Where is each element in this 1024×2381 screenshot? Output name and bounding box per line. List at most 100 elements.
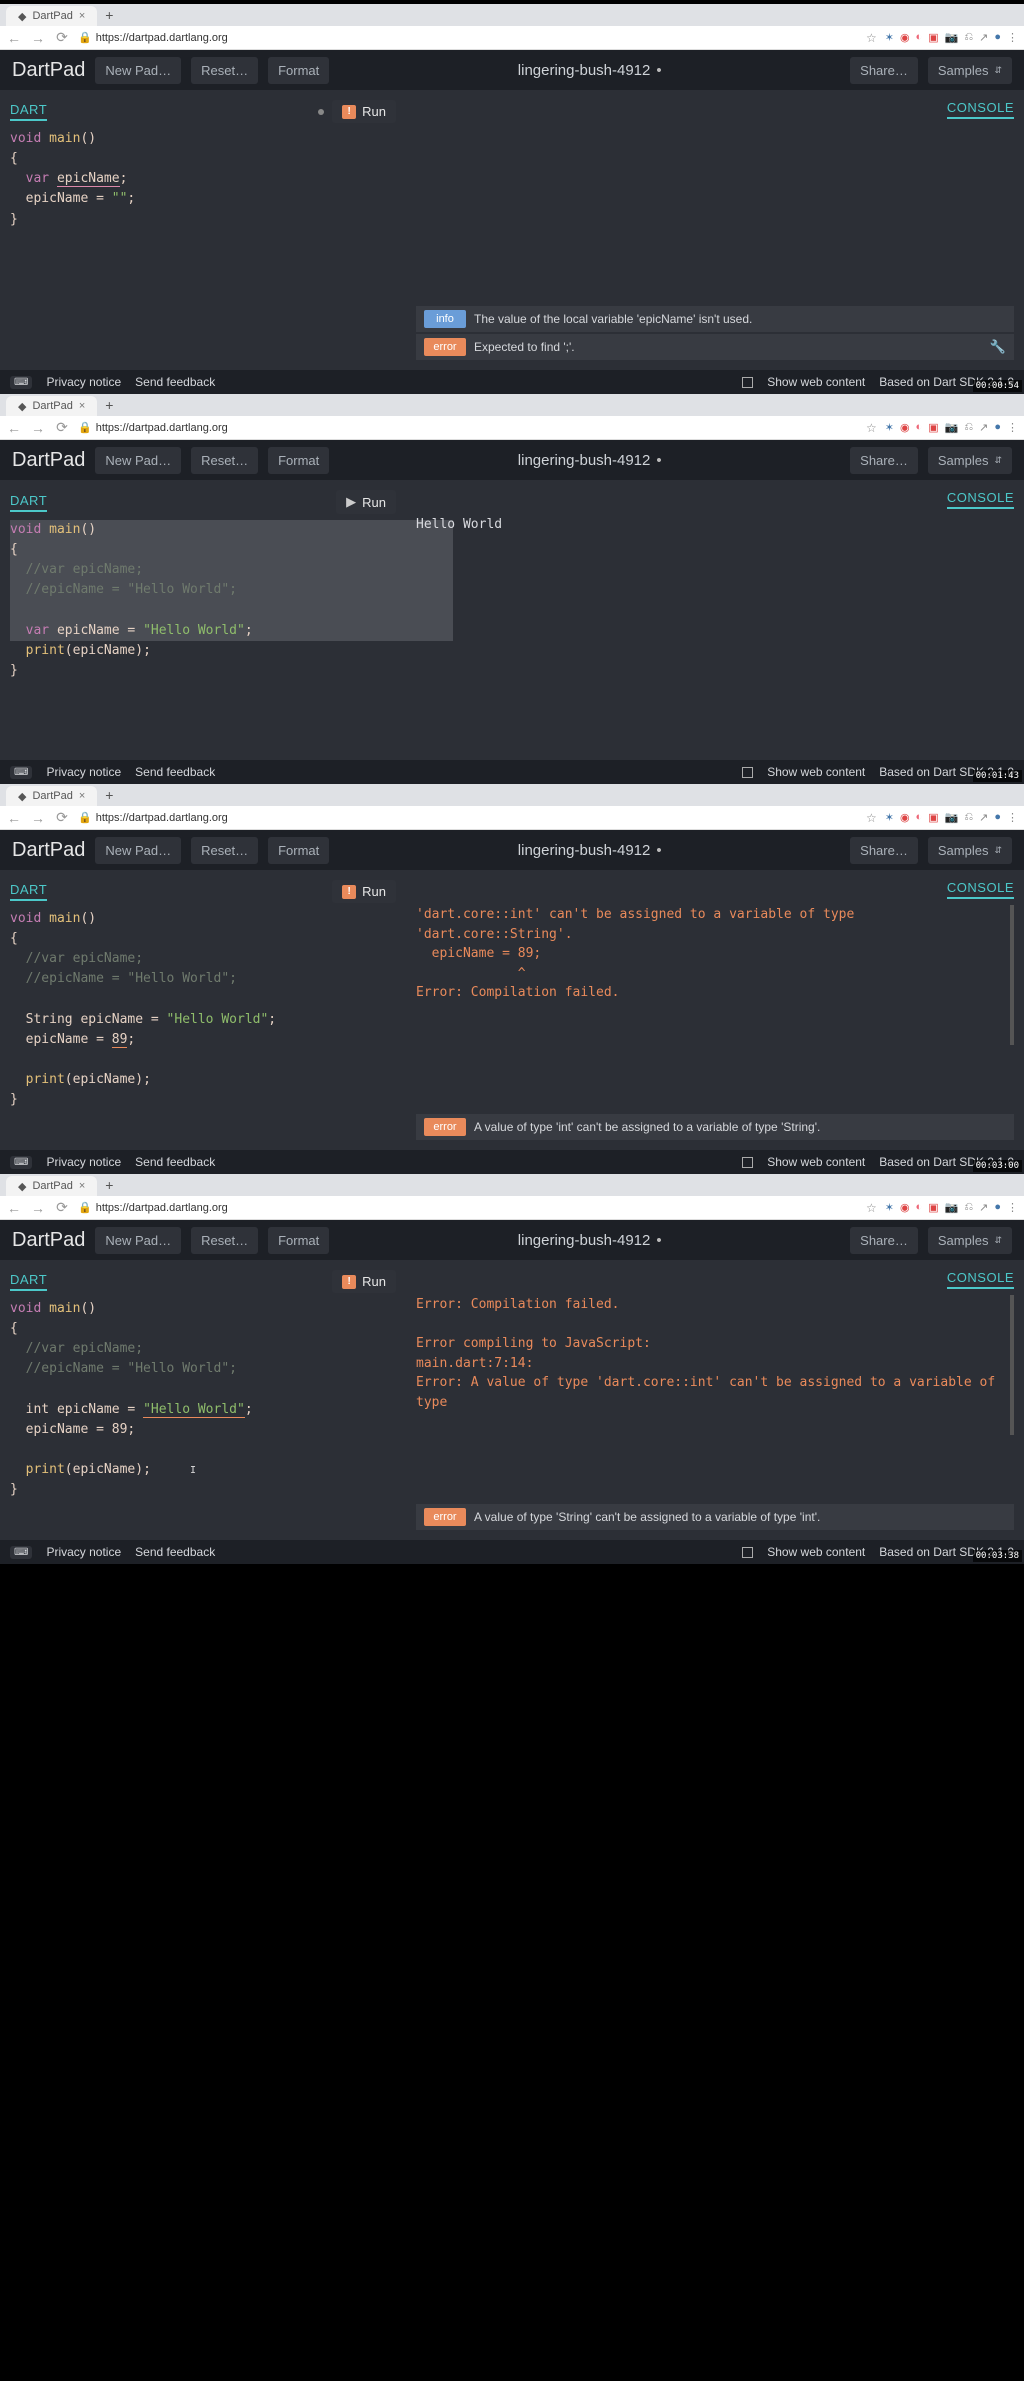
- samples-dropdown[interactable]: Samples ⇵: [928, 837, 1012, 864]
- profile-icon[interactable]: ●: [994, 31, 1001, 44]
- show-web-checkbox[interactable]: [742, 1157, 753, 1168]
- new-tab-icon[interactable]: +: [105, 787, 113, 803]
- feedback-link[interactable]: Send feedback: [135, 1545, 215, 1559]
- bookmark-icon[interactable]: ☆: [866, 31, 877, 45]
- new-tab-icon[interactable]: +: [105, 1177, 113, 1193]
- reset-button[interactable]: Reset…: [191, 1227, 258, 1254]
- ext-icon[interactable]: ◐: [916, 421, 923, 434]
- wrench-icon[interactable]: 🔧: [990, 339, 1006, 355]
- ext-icon[interactable]: ◉: [900, 811, 910, 824]
- feedback-link[interactable]: Send feedback: [135, 1155, 215, 1169]
- bookmark-icon[interactable]: ☆: [866, 1201, 877, 1215]
- dart-tab[interactable]: DART: [10, 882, 47, 901]
- ext-icon[interactable]: ▣: [928, 31, 938, 44]
- reload-icon[interactable]: ⟳: [54, 1199, 70, 1216]
- ext-icon[interactable]: ⎌: [964, 811, 973, 824]
- close-icon[interactable]: ×: [79, 10, 85, 22]
- ext-icon[interactable]: ▣: [928, 1201, 938, 1214]
- ext-icon[interactable]: 📷: [945, 31, 959, 44]
- privacy-link[interactable]: Privacy notice: [46, 1155, 121, 1169]
- close-icon[interactable]: ×: [79, 1180, 85, 1192]
- ext-icon[interactable]: ◐: [916, 1201, 923, 1214]
- forward-icon[interactable]: →: [30, 30, 46, 46]
- ext-icon[interactable]: 📷: [945, 811, 959, 824]
- reset-button[interactable]: Reset…: [191, 447, 258, 474]
- ext-icon[interactable]: ✶: [885, 31, 894, 44]
- privacy-link[interactable]: Privacy notice: [46, 765, 121, 779]
- menu-icon[interactable]: ⋮: [1007, 421, 1018, 434]
- bookmark-icon[interactable]: ☆: [866, 811, 877, 825]
- scrollbar[interactable]: [1010, 905, 1014, 1045]
- forward-icon[interactable]: →: [30, 1200, 46, 1216]
- back-icon[interactable]: ←: [6, 1200, 22, 1216]
- dart-tab[interactable]: DART: [10, 493, 47, 512]
- ext-icon[interactable]: ↗: [979, 421, 988, 434]
- back-icon[interactable]: ←: [6, 810, 22, 826]
- keyboard-icon[interactable]: ⌨: [10, 766, 32, 779]
- share-button[interactable]: Share…: [850, 57, 918, 84]
- code-editor[interactable]: void main() { //var epicName; //epicName…: [10, 520, 396, 750]
- diagnostic-row[interactable]: infoThe value of the local variable 'epi…: [416, 306, 1014, 332]
- profile-icon[interactable]: ●: [994, 811, 1001, 824]
- new-pad-button[interactable]: New Pad…: [95, 57, 181, 84]
- ext-icon[interactable]: ◉: [900, 421, 910, 434]
- console-tab[interactable]: CONSOLE: [947, 100, 1014, 119]
- share-button[interactable]: Share…: [850, 1227, 918, 1254]
- feedback-link[interactable]: Send feedback: [135, 765, 215, 779]
- samples-dropdown[interactable]: Samples ⇵: [928, 1227, 1012, 1254]
- format-button[interactable]: Format: [268, 837, 329, 864]
- ext-icon[interactable]: ⎌: [964, 421, 973, 434]
- show-web-checkbox[interactable]: [742, 1547, 753, 1558]
- feedback-link[interactable]: Send feedback: [135, 375, 215, 389]
- bookmark-icon[interactable]: ☆: [866, 421, 877, 435]
- close-icon[interactable]: ×: [79, 790, 85, 802]
- format-button[interactable]: Format: [268, 447, 329, 474]
- reload-icon[interactable]: ⟳: [54, 419, 70, 436]
- ext-icon[interactable]: 📷: [945, 1201, 959, 1214]
- new-tab-icon[interactable]: +: [105, 7, 113, 23]
- browser-tab[interactable]: ◆ DartPad ×: [6, 786, 97, 806]
- keyboard-icon[interactable]: ⌨: [10, 376, 32, 389]
- samples-dropdown[interactable]: Samples ⇵: [928, 447, 1012, 474]
- scrollbar[interactable]: [1010, 1295, 1014, 1435]
- browser-tab[interactable]: ◆ DartPad ×: [6, 6, 97, 26]
- project-name[interactable]: lingering-bush-4912 •: [518, 842, 662, 859]
- share-button[interactable]: Share…: [850, 837, 918, 864]
- ext-icon[interactable]: ◉: [900, 31, 910, 44]
- diagnostic-row[interactable]: errorA value of type 'String' can't be a…: [416, 1504, 1014, 1530]
- run-button[interactable]: ▶ Run: [336, 490, 396, 514]
- new-pad-button[interactable]: New Pad…: [95, 837, 181, 864]
- ext-icon[interactable]: ✶: [885, 811, 894, 824]
- browser-tab[interactable]: ◆ DartPad ×: [6, 396, 97, 416]
- url-field[interactable]: 🔒 https://dartpad.dartlang.org: [78, 811, 858, 824]
- code-editor[interactable]: void main() { var epicName; epicName = "…: [10, 129, 396, 360]
- code-editor[interactable]: void main() { //var epicName; //epicName…: [10, 909, 396, 1140]
- reset-button[interactable]: Reset…: [191, 57, 258, 84]
- menu-icon[interactable]: ⋮: [1007, 811, 1018, 824]
- new-tab-icon[interactable]: +: [105, 397, 113, 413]
- diagnostic-row[interactable]: errorA value of type 'int' can't be assi…: [416, 1114, 1014, 1140]
- keyboard-icon[interactable]: ⌨: [10, 1156, 32, 1169]
- show-web-checkbox[interactable]: [742, 767, 753, 778]
- ext-icon[interactable]: ↗: [979, 31, 988, 44]
- ext-icon[interactable]: ↗: [979, 1201, 988, 1214]
- forward-icon[interactable]: →: [30, 420, 46, 436]
- project-name[interactable]: lingering-bush-4912 •: [518, 62, 662, 79]
- format-button[interactable]: Format: [268, 57, 329, 84]
- back-icon[interactable]: ←: [6, 420, 22, 436]
- dart-tab[interactable]: DART: [10, 1272, 47, 1291]
- project-name[interactable]: lingering-bush-4912 •: [518, 1232, 662, 1249]
- format-button[interactable]: Format: [268, 1227, 329, 1254]
- reload-icon[interactable]: ⟳: [54, 29, 70, 46]
- privacy-link[interactable]: Privacy notice: [46, 375, 121, 389]
- show-web-checkbox[interactable]: [742, 377, 753, 388]
- console-tab[interactable]: CONSOLE: [947, 490, 1014, 509]
- reload-icon[interactable]: ⟳: [54, 809, 70, 826]
- ext-icon[interactable]: ▣: [928, 421, 938, 434]
- ext-icon[interactable]: ◐: [916, 31, 923, 44]
- project-name[interactable]: lingering-bush-4912 •: [518, 452, 662, 469]
- ext-icon[interactable]: ◐: [916, 811, 923, 824]
- ext-icon[interactable]: ◉: [900, 1201, 910, 1214]
- menu-icon[interactable]: ⋮: [1007, 1201, 1018, 1214]
- share-button[interactable]: Share…: [850, 447, 918, 474]
